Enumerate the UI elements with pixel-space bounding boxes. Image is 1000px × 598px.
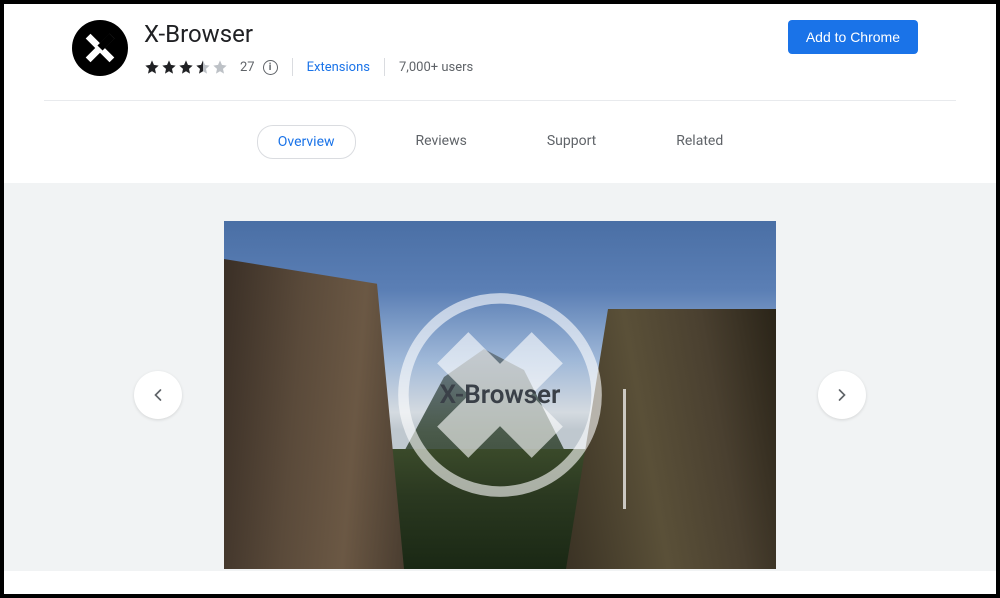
header-info: X-Browser 27 i Extensions 7,000+ users	[144, 20, 473, 76]
divider	[292, 58, 293, 76]
rating-count[interactable]: 27	[240, 60, 255, 75]
tabs-nav: Overview Reviews Support Related	[4, 101, 996, 183]
rating-stars[interactable]	[144, 59, 228, 75]
chevron-right-icon	[832, 385, 852, 405]
tab-support[interactable]: Support	[527, 125, 616, 159]
tab-reviews[interactable]: Reviews	[396, 125, 487, 159]
extension-title: X-Browser	[144, 20, 473, 48]
add-to-chrome-button[interactable]: Add to Chrome	[788, 20, 918, 54]
chevron-left-icon	[148, 385, 168, 405]
info-icon[interactable]: i	[263, 60, 278, 75]
screenshot-bg-cliff-left	[224, 259, 404, 569]
meta-row: 27 i Extensions 7,000+ users	[144, 58, 473, 76]
screenshot-gallery: X-Browser	[4, 183, 996, 571]
category-link[interactable]: Extensions	[307, 60, 370, 75]
header: X-Browser 27 i Extensions 7,000+ users A…	[4, 4, 996, 76]
gallery-next-button[interactable]	[818, 371, 866, 419]
tab-related[interactable]: Related	[656, 125, 743, 159]
users-count: 7,000+ users	[399, 60, 473, 75]
header-left: X-Browser 27 i Extensions 7,000+ users	[72, 20, 473, 76]
divider	[384, 58, 385, 76]
gallery-prev-button[interactable]	[134, 371, 182, 419]
tab-overview[interactable]: Overview	[257, 125, 356, 159]
overlay-text: X-Browser	[440, 380, 561, 410]
screenshot-bg-waterfall	[623, 389, 626, 509]
app-logo-icon	[72, 20, 128, 76]
screenshot-image: X-Browser	[224, 221, 776, 569]
